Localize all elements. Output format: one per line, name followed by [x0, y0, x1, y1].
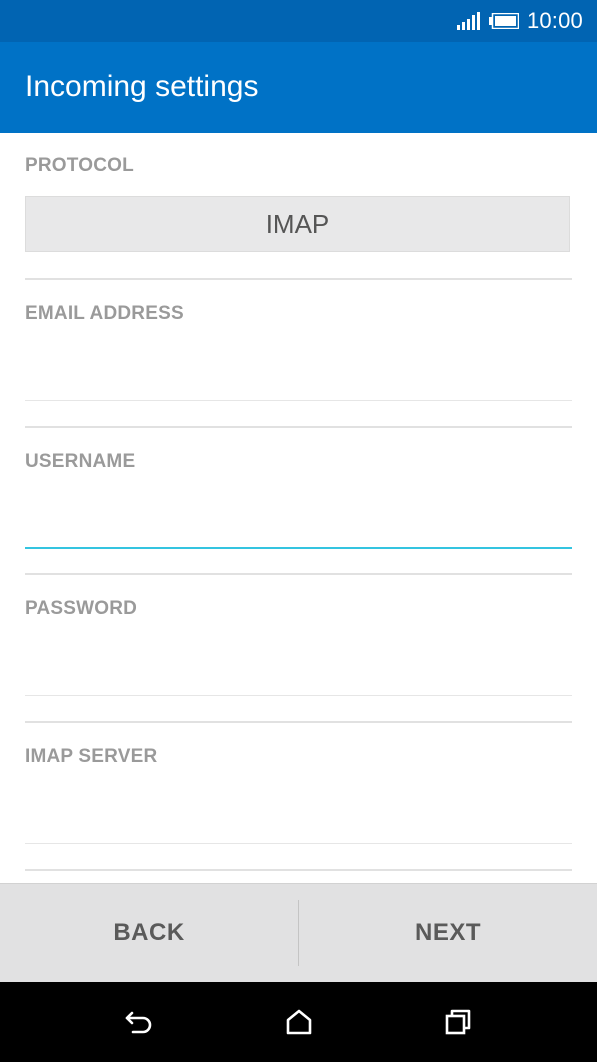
- battery-icon: [488, 13, 519, 29]
- protocol-selector[interactable]: IMAP: [25, 196, 570, 252]
- button-bar: BACK NEXT: [0, 883, 597, 982]
- clock: 10:00: [526, 8, 583, 33]
- username-label: USERNAME: [25, 451, 136, 472]
- divider: [25, 278, 572, 280]
- email-label: EMAIL ADDRESS: [25, 303, 184, 324]
- navigation-bar: [0, 982, 597, 1062]
- email-field[interactable]: [25, 355, 572, 399]
- settings-form: PROTOCOL IMAP EMAIL ADDRESS USERNAME PAS…: [0, 133, 597, 883]
- recents-icon[interactable]: [440, 1004, 476, 1040]
- app-bar: Incoming settings: [0, 42, 597, 133]
- status-bar: 10:00: [0, 0, 597, 42]
- server-field[interactable]: [25, 798, 572, 842]
- server-field-underline: [25, 843, 572, 844]
- home-icon[interactable]: [281, 1004, 317, 1040]
- next-button[interactable]: NEXT: [299, 884, 597, 982]
- back-button[interactable]: BACK: [0, 884, 298, 982]
- back-icon[interactable]: [121, 1004, 157, 1040]
- protocol-label: PROTOCOL: [25, 155, 134, 176]
- server-label: IMAP SERVER: [25, 746, 158, 767]
- divider: [25, 869, 572, 871]
- page-title: Incoming settings: [25, 70, 259, 103]
- divider: [25, 721, 572, 723]
- divider: [25, 426, 572, 428]
- signal-icon: [456, 12, 481, 30]
- password-field-underline: [25, 695, 572, 696]
- email-field-underline: [25, 400, 572, 401]
- status-icons: 10:00: [456, 8, 583, 34]
- username-field-underline: [25, 547, 572, 549]
- password-field[interactable]: [25, 650, 572, 694]
- divider: [25, 573, 572, 575]
- username-field[interactable]: [25, 503, 572, 547]
- password-label: PASSWORD: [25, 598, 138, 619]
